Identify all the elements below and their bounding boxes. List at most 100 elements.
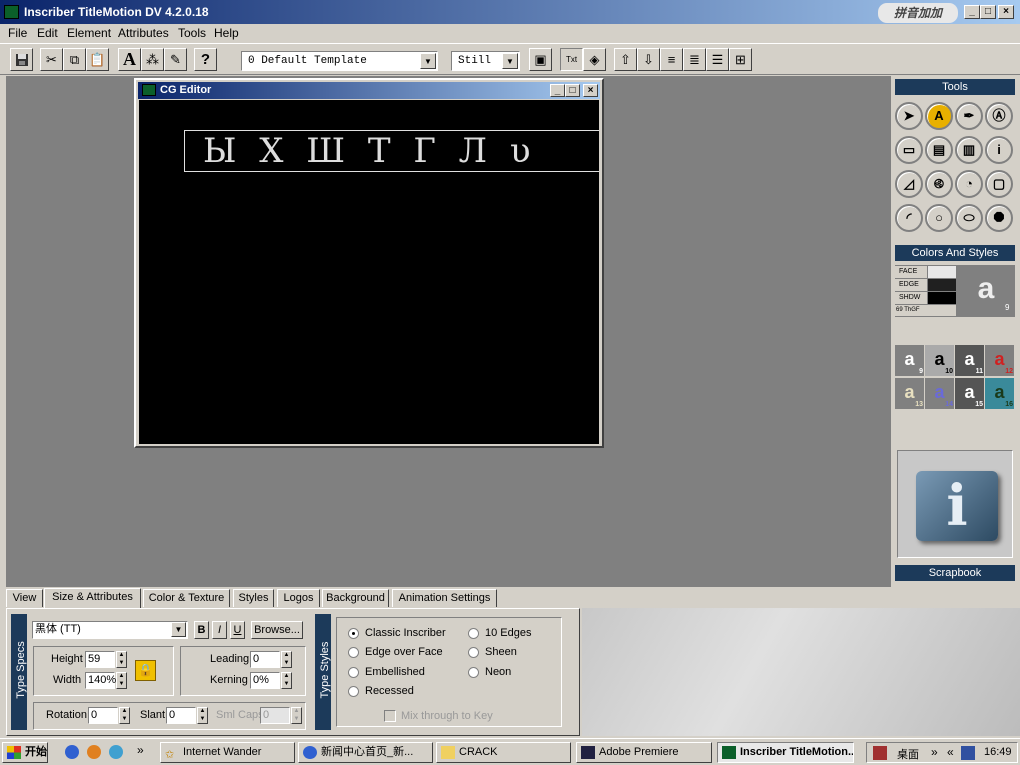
slant-stepper[interactable]: ▲ ▼ — [197, 707, 208, 724]
maximize-button[interactable]: □ — [980, 5, 996, 19]
radio-embellished[interactable] — [348, 667, 359, 678]
underline-button[interactable]: U — [230, 621, 245, 639]
leading-input[interactable]: 0 — [250, 651, 280, 668]
radio-10-edges[interactable] — [468, 628, 479, 639]
menu-file[interactable]: File — [8, 26, 27, 40]
rect-columns-icon[interactable]: ▥ — [955, 136, 983, 164]
outline-a-icon[interactable]: Ⓐ — [985, 102, 1013, 130]
kerning-stepper[interactable]: ▲ ▼ — [281, 672, 292, 689]
arc-icon[interactable]: ◔ — [955, 170, 983, 198]
triangle-icon[interactable]: ◿ — [895, 170, 923, 198]
save-icon[interactable] — [10, 48, 33, 71]
rect-lines-icon[interactable]: ▤ — [925, 136, 953, 164]
italic-button[interactable]: I — [212, 621, 227, 639]
tab-animation-settings[interactable]: Animation Settings — [392, 589, 497, 607]
radio-neon[interactable] — [468, 667, 479, 678]
move-up-icon[interactable]: ⇧ — [614, 48, 637, 71]
smlcaps-stepper[interactable]: ▲ ▼ — [291, 707, 302, 724]
info-icon[interactable]: i — [985, 136, 1013, 164]
select-arrow-icon[interactable]: ➤ — [895, 102, 923, 130]
menu-attributes[interactable]: Attributes — [118, 26, 169, 40]
radio-sheen[interactable] — [468, 647, 479, 658]
network-icon[interactable] — [961, 746, 975, 760]
smlcaps-input[interactable]: 0 — [260, 707, 290, 724]
tab-color-texture[interactable]: Color & Texture — [143, 589, 230, 607]
desktop-icon[interactable] — [109, 745, 123, 759]
minimize-button[interactable]: _ — [964, 5, 980, 19]
style-tile[interactable]: a 12 — [985, 345, 1014, 376]
ime-indicator[interactable]: 拼音加加 — [878, 3, 958, 23]
leading-stepper[interactable]: ▲ ▼ — [281, 651, 292, 668]
tray-app-icon[interactable] — [873, 746, 887, 760]
menu-edit[interactable]: Edit — [37, 26, 58, 40]
template-select[interactable]: 0 Default Template ▼ — [241, 51, 438, 71]
browse-button[interactable]: Browse... — [251, 621, 303, 639]
font-select[interactable]: 黑体 (TT) ▼ — [32, 621, 188, 639]
align-icon-2[interactable]: ≣ — [683, 48, 706, 71]
desktop-label[interactable]: 桌面 — [897, 746, 919, 762]
tab-view[interactable]: View — [6, 589, 43, 607]
cut-icon[interactable]: ✂ — [40, 48, 63, 71]
text-effect-icon[interactable]: ⁂ — [141, 48, 164, 71]
height-stepper[interactable]: ▲ ▼ — [116, 651, 127, 668]
quarter-shape-icon[interactable]: ◜ — [895, 204, 923, 232]
cg-close-button[interactable]: × — [583, 84, 598, 97]
task-crack[interactable]: CRACK — [436, 742, 571, 763]
radio-recessed[interactable] — [348, 686, 359, 697]
quick-launch-more[interactable]: » — [137, 743, 144, 757]
chevron-down-icon[interactable]: ▼ — [171, 622, 186, 637]
style-tile[interactable]: a 15 — [955, 378, 984, 409]
mix-through-checkbox[interactable] — [384, 710, 396, 722]
canvas-text-box[interactable]: Ы Х Ш Т Г Л υ — [184, 130, 599, 172]
cg-canvas[interactable]: Ы Х Ш Т Г Л υ — [139, 100, 599, 444]
shape-mode-icon[interactable]: ◈ — [583, 48, 606, 71]
move-down-icon[interactable]: ⇩ — [637, 48, 660, 71]
close-button[interactable]: × — [998, 5, 1014, 19]
shadow-swatch[interactable] — [928, 292, 956, 304]
media-icon[interactable] — [87, 745, 101, 759]
text-mode-icon[interactable]: Txt — [560, 48, 583, 71]
bold-button[interactable]: B — [194, 621, 209, 639]
task-inscriber[interactable]: Inscriber TitleMotion... — [717, 742, 854, 763]
chevron-down-icon[interactable]: ▼ — [420, 53, 436, 69]
style-tile[interactable]: a 16 — [985, 378, 1014, 409]
style-tile[interactable]: a 14 — [925, 378, 954, 409]
align-icon-3[interactable]: ☰ — [706, 48, 729, 71]
tab-logos[interactable]: Logos — [277, 589, 320, 607]
face-swatch[interactable] — [928, 266, 956, 278]
radio-classic-inscriber[interactable] — [348, 628, 359, 639]
width-stepper[interactable]: ▲ ▼ — [116, 672, 127, 689]
tab-styles[interactable]: Styles — [233, 589, 274, 607]
text-tool-icon[interactable]: A — [118, 48, 141, 71]
pen-tool-icon[interactable]: ✒ — [955, 102, 983, 130]
radio-edge-over-face[interactable] — [348, 647, 359, 658]
spiral-icon[interactable]: ࿋ — [925, 170, 953, 198]
chevron-down-icon[interactable]: ▼ — [502, 53, 518, 69]
lock-icon[interactable]: 🔒 — [135, 660, 156, 681]
slant-input[interactable]: 0 — [166, 707, 196, 724]
style-tile[interactable]: a9 — [895, 345, 924, 376]
menu-element[interactable]: Element — [67, 26, 111, 40]
text-tool-a-icon[interactable]: A — [925, 102, 953, 130]
style-tile[interactable]: a 13 — [895, 378, 924, 409]
paste-icon[interactable]: 📋 — [86, 48, 109, 71]
brush-icon[interactable]: ✎ — [164, 48, 187, 71]
display-icon[interactable]: ▣ — [529, 48, 552, 71]
task-internet-wander[interactable]: ✩ Internet Wander — [160, 742, 295, 763]
edge-swatch[interactable] — [928, 279, 956, 291]
menu-tools[interactable]: Tools — [178, 26, 206, 40]
width-input[interactable]: 140% — [85, 672, 116, 689]
style-tile[interactable]: a 11 — [955, 345, 984, 376]
task-adobe-premiere[interactable]: Adobe Premiere — [576, 742, 712, 763]
tab-size-attributes[interactable]: Size & Attributes — [44, 588, 141, 608]
cg-maximize-button[interactable]: □ — [565, 84, 580, 97]
copy-icon[interactable]: ⧉ — [63, 48, 86, 71]
desktop-more[interactable]: » — [931, 745, 938, 759]
rounded-rect-icon[interactable]: ▢ — [985, 170, 1013, 198]
tray-expand[interactable]: « — [947, 745, 954, 759]
mode-select[interactable]: Still ▼ — [451, 51, 520, 71]
browser-icon[interactable] — [65, 745, 79, 759]
cg-minimize-button[interactable]: _ — [550, 84, 565, 97]
ellipse-icon[interactable]: ⬭ — [955, 204, 983, 232]
circle-icon[interactable]: ○ — [925, 204, 953, 232]
